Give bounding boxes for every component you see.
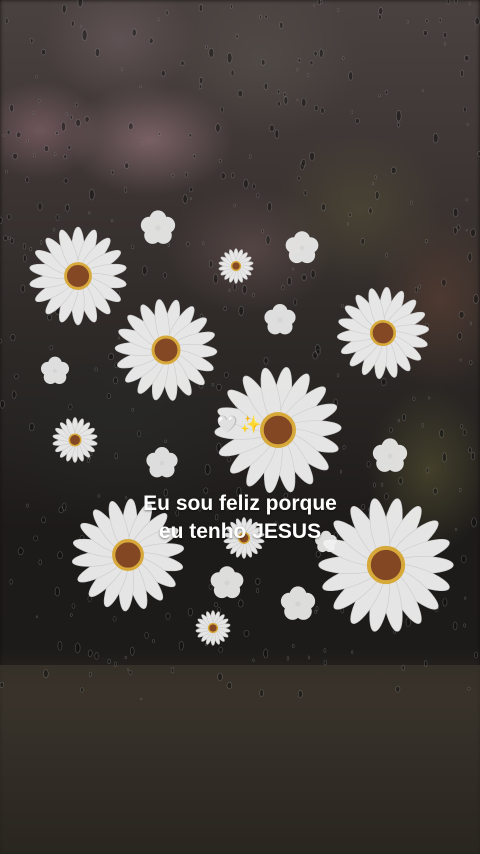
small-blossom (280, 586, 316, 620)
blossom-center (52, 368, 58, 374)
blossom-center (224, 580, 230, 586)
blossom-petal (264, 309, 280, 326)
story-scene: 🤍✨ Eu sou feliz porque eu tenho JESUS (0, 0, 480, 854)
daisy-center (151, 335, 181, 365)
emoji-line: 🤍✨ (0, 414, 480, 436)
caption-line-1: Eu sou feliz porque (143, 492, 337, 515)
daisy-flower (114, 299, 218, 401)
blossom-center (295, 601, 301, 607)
small-blossom (285, 231, 319, 264)
small-blossom (264, 304, 296, 335)
daisy-center (366, 545, 406, 585)
blossom-center (155, 225, 161, 231)
daisy-flower (218, 248, 254, 284)
daisy-center (64, 262, 92, 290)
blossom-petal (285, 237, 302, 254)
small-blossom (140, 210, 176, 244)
caption-line-2: eu tenho JESUS (158, 520, 322, 543)
daisy-flower (195, 610, 231, 646)
daisy-flower (336, 286, 430, 380)
caption: 🤍✨ Eu sou feliz porque eu tenho JESUS (0, 414, 480, 546)
blossom-center (299, 245, 305, 251)
daisy-center (207, 622, 219, 634)
daisy-center (230, 260, 242, 272)
blossom-center (277, 317, 283, 323)
small-blossom (40, 356, 70, 384)
daisy-center (369, 319, 397, 347)
small-blossom (210, 566, 244, 599)
caption-text: Eu sou feliz porque eu tenho JESUS (0, 490, 480, 546)
blossom-petal (280, 592, 298, 610)
sparkles-emoji: ✨ (240, 415, 264, 435)
blossom-petal (210, 572, 227, 589)
daisy-flower (29, 226, 127, 326)
white-heart-emoji: 🤍 (216, 415, 240, 435)
blossom-petal (140, 216, 158, 234)
blossom-petal (40, 361, 55, 376)
